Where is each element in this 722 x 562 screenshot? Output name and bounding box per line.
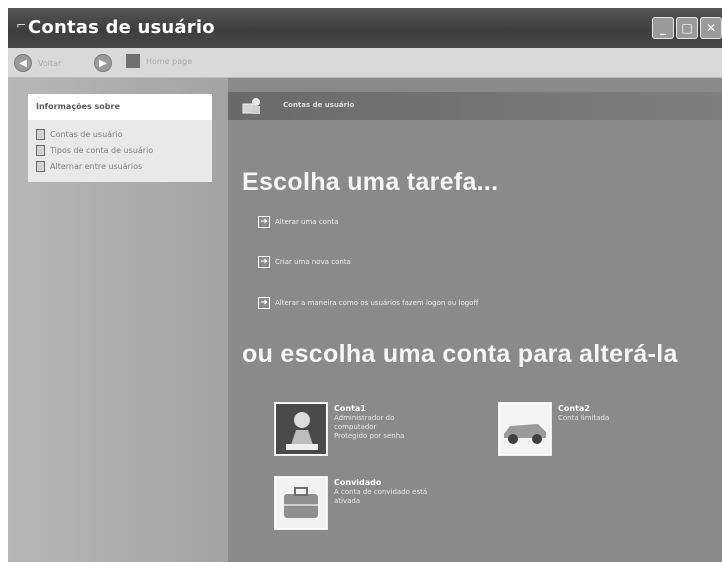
tasks-heading: Escolha uma tarefa... (242, 168, 499, 196)
close-button[interactable]: ✕ (700, 17, 722, 39)
task-create-account[interactable]: ➜ Criar uma nova conta (258, 256, 351, 268)
user-accounts-icon (242, 98, 260, 114)
task-label: Alterar uma conta (275, 218, 339, 226)
back-arrow-icon: ◀ (14, 54, 32, 72)
sidebar-item-label: Alternar entre usuários (50, 161, 143, 171)
maximize-button[interactable]: □ (676, 17, 698, 39)
window-title: Contas de usuário (28, 17, 215, 38)
arrow-right-icon: ➜ (258, 256, 270, 268)
sidebar-item-label: Tipos de conta de usuário (50, 145, 154, 155)
user-accounts-window: ⌐ Contas de usuário _ □ ✕ ◀ Voltar ▶ Hom… (8, 8, 722, 562)
account-detail: computador (334, 423, 377, 431)
account-convidado[interactable]: Convidado A conta de convidado está ativ… (274, 476, 427, 530)
account-name: Convidado (334, 478, 382, 487)
chess-icon (274, 402, 328, 456)
suitcase-icon (274, 476, 328, 530)
info-panel-title: Informações sobre (28, 94, 212, 120)
back-button[interactable]: ◀ Voltar (14, 54, 61, 72)
window-icon: ⌐ (16, 18, 27, 32)
toolbar: ◀ Voltar ▶ Home page (8, 48, 722, 78)
content-header: Contas de usuário (228, 92, 722, 120)
help-icon (36, 128, 45, 140)
forward-arrow-icon: ▶ (94, 54, 112, 72)
info-panel: Informações sobre Contas de usuário Tipo… (28, 94, 212, 182)
window-controls: _ □ ✕ (652, 17, 722, 39)
sidebar-item-account-types[interactable]: Tipos de conta de usuário (36, 142, 204, 158)
sidebar: Informações sobre Contas de usuário Tipo… (8, 78, 228, 562)
account-conta2[interactable]: Conta2 Conta limitada (498, 402, 609, 456)
task-label: Alterar a maneira como os usuários fazem… (275, 299, 479, 307)
account-conta1[interactable]: Conta1 Administrador do computador Prote… (274, 402, 404, 456)
sidebar-item-switch-users[interactable]: Alternar entre usuários (36, 158, 204, 174)
task-label: Criar uma nova conta (275, 258, 351, 266)
arrow-right-icon: ➜ (258, 216, 270, 228)
home-button[interactable]: Home page (126, 54, 192, 68)
arrow-right-icon: ➜ (258, 297, 270, 309)
accounts-heading: ou escolha uma conta para alterá-la (242, 340, 678, 368)
account-name: Conta2 (558, 404, 590, 413)
main-content: Contas de usuário Escolha uma tarefa... … (228, 78, 722, 562)
home-icon (126, 54, 140, 68)
minimize-button[interactable]: _ (652, 17, 674, 39)
title-bar[interactable]: ⌐ Contas de usuário _ □ ✕ (8, 8, 722, 48)
back-label: Voltar (38, 58, 62, 68)
car-icon (498, 402, 552, 456)
home-label: Home page (146, 56, 193, 66)
account-detail: A conta de convidado está (334, 488, 428, 496)
sidebar-item-label: Contas de usuário (50, 129, 123, 139)
content-header-title: Contas de usuário (283, 101, 355, 109)
task-change-account[interactable]: ➜ Alterar uma conta (258, 216, 338, 228)
account-detail: Administrador do (334, 414, 395, 422)
help-icon (36, 160, 45, 172)
account-name: Conta1 (334, 404, 366, 413)
info-panel-list: Contas de usuário Tipos de conta de usuá… (28, 120, 212, 182)
account-detail: Protegido por senha (334, 432, 405, 440)
forward-button[interactable]: ▶ (94, 54, 112, 72)
account-detail: ativada (334, 497, 361, 505)
sidebar-item-user-accounts[interactable]: Contas de usuário (36, 126, 204, 142)
account-detail: Conta limitada (558, 414, 610, 422)
task-change-logon[interactable]: ➜ Alterar a maneira como os usuários faz… (258, 297, 478, 309)
help-icon (36, 144, 45, 156)
